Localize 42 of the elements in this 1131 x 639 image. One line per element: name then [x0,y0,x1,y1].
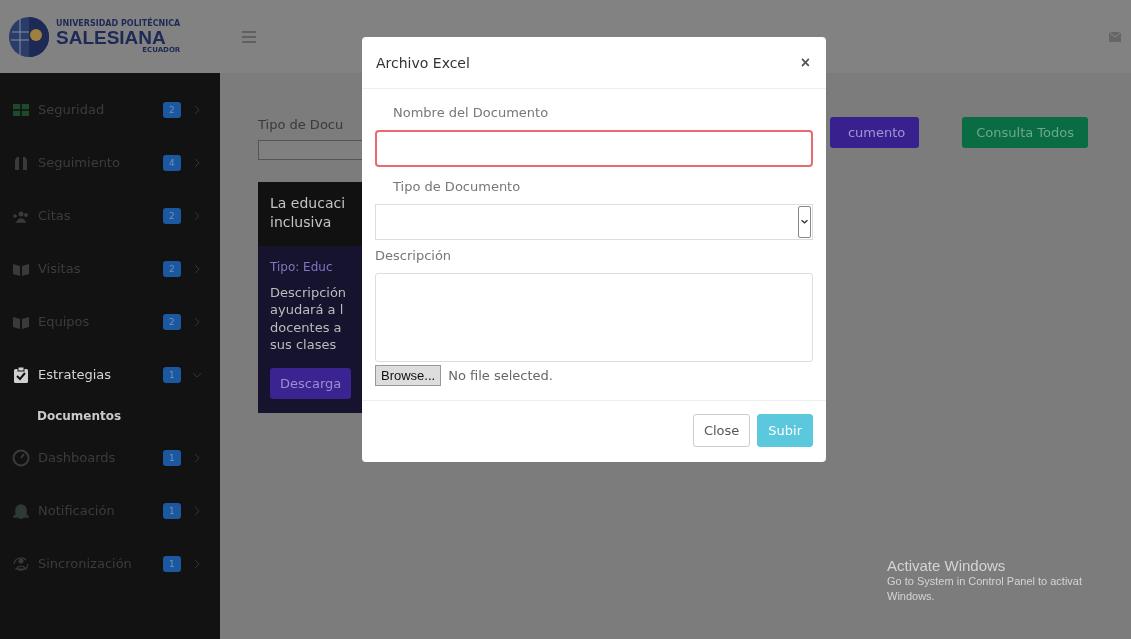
card-description: Descripción ayudará a l docentes a sus clases [269,283,348,355]
menu-icon[interactable] [242,30,256,43]
close-dialog-button[interactable]: Close [692,414,751,447]
field-label: Tipo de Documento [392,179,522,196]
close-button[interactable]: × [800,53,810,72]
university-logo-icon [8,15,50,58]
field-label: Nombre del Documento [392,105,550,122]
sidebar-icon [12,501,30,520]
filter-label: Tipo de Docu [258,117,345,132]
count-badge: 1 [163,502,181,519]
card-type: Tipo: Educ [269,258,334,276]
download-button[interactable]: Descarga [270,367,352,399]
count-badge: 2 [163,207,181,224]
university-name: SALESIANA [56,27,166,47]
document-button[interactable]: cumento [829,117,920,148]
field-label: Descripción [375,248,453,265]
count-badge: 1 [163,449,181,466]
caret-icon [798,206,811,238]
sidebar-icon [12,365,30,384]
activation-text: Go to System in Control Panel to activat [887,574,1083,589]
university-name-top: UNIVERSIDAD POLITÉCNICA [56,19,181,28]
sidebar-icon [12,554,30,573]
upload-button[interactable]: Subir [757,414,813,447]
submenu-item[interactable]: Documentos [0,401,220,431]
dialog-title: Archivo Excel [376,54,470,71]
count-badge: 1 [163,555,181,572]
query-all-button[interactable]: Consulta Todos [962,117,1088,148]
browse-button[interactable]: Browse... [375,365,442,386]
activation-text: Windows. [887,589,936,605]
sidebar-item[interactable]: Estrategias 1 [0,348,220,401]
count-badge: 4 [163,154,181,171]
activation-title: Activate Windows [887,557,1007,574]
type-select-field[interactable] [375,204,813,240]
name-input-field[interactable] [375,130,813,167]
sidebar-icon [12,448,30,467]
count-badge: 2 [163,260,181,277]
description-field[interactable] [375,273,813,362]
file-status: No file selected. [448,368,553,383]
count-badge: 2 [163,101,181,118]
envelope-icon[interactable] [1109,31,1121,42]
count-badge: 2 [163,313,181,330]
count-badge: 1 [163,366,181,383]
